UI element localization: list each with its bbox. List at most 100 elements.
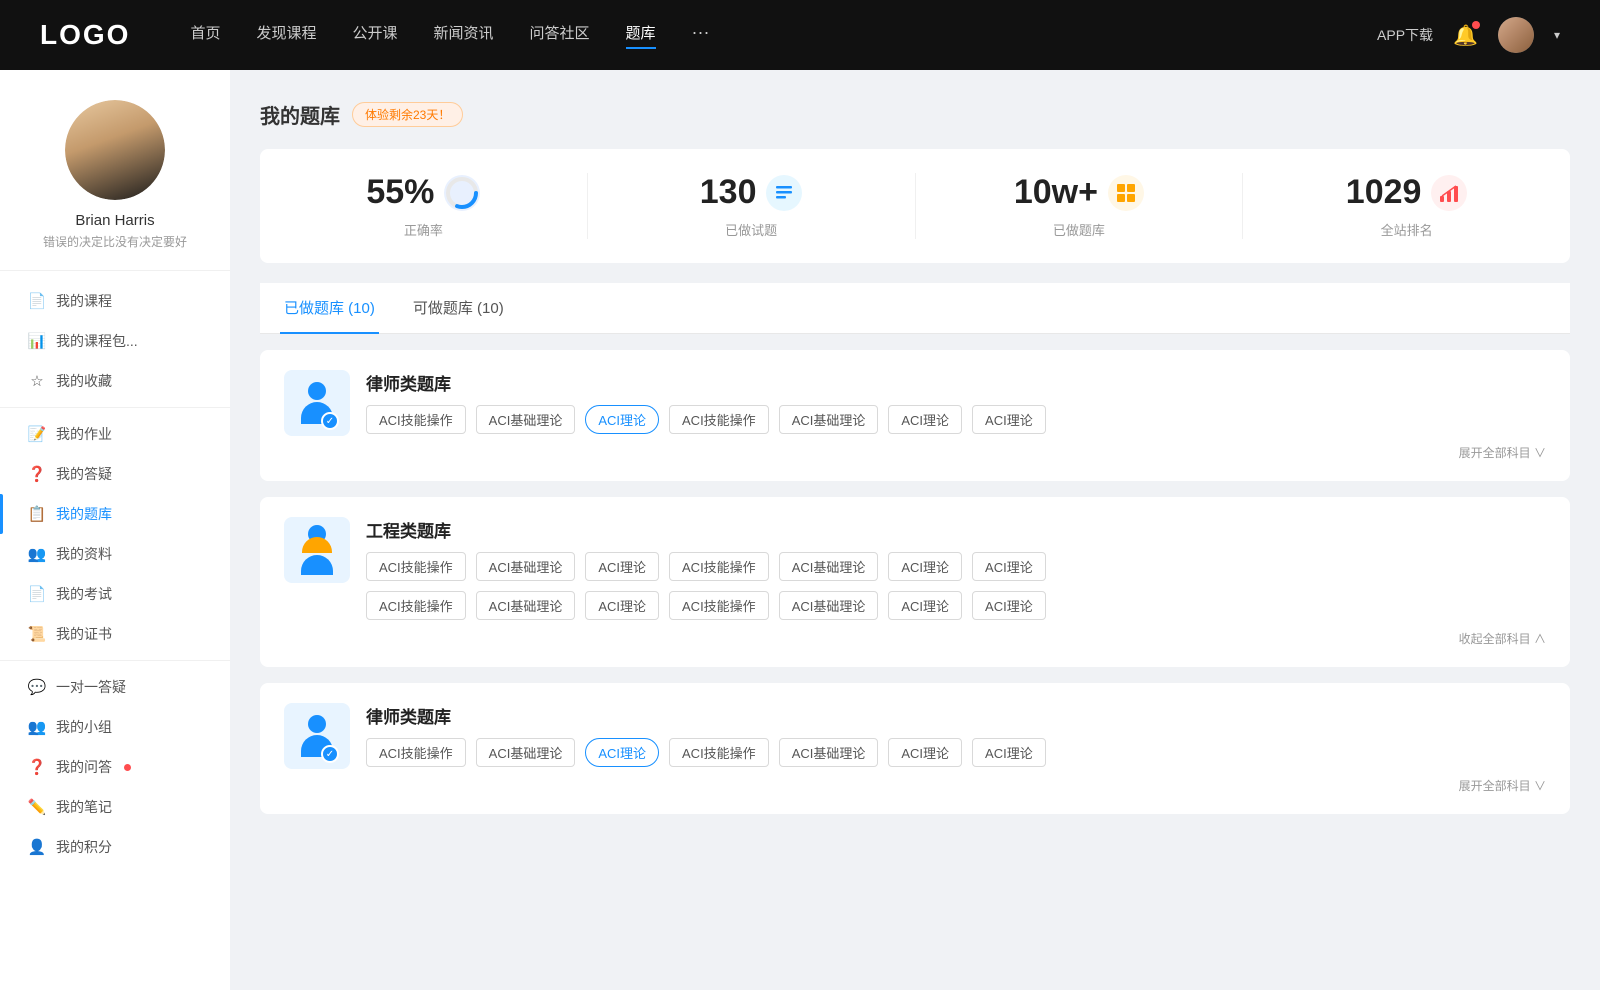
tag-e1-1[interactable]: ACI技能操作 (366, 552, 466, 581)
expand-lawyer-2[interactable]: 展开全部科目 ∨ (366, 777, 1546, 794)
expand-lawyer-1[interactable]: 展开全部科目 ∨ (366, 444, 1546, 461)
tag-l2-5[interactable]: ACI基础理论 (779, 738, 879, 767)
tag-e2-3[interactable]: ACI理论 (585, 591, 659, 620)
main-content: 我的题库 体验剩余23天！ 55% 正确率 (230, 70, 1600, 990)
group-icon: 👥 (28, 718, 46, 736)
sidebar-item-my-answers[interactable]: ❓ 我的问答 (0, 747, 230, 787)
tag-l1-2[interactable]: ACI基础理论 (476, 405, 576, 434)
bank-title-lawyer-2: 律师类题库 (366, 703, 1546, 728)
nav-discover[interactable]: 发现课程 (256, 22, 316, 49)
bank-icon: 📋 (28, 505, 46, 523)
tags-row-engineer-1: ACI技能操作 ACI基础理论 ACI理论 ACI技能操作 ACI基础理论 AC… (366, 552, 1546, 581)
nav-home[interactable]: 首页 (190, 22, 220, 49)
tag-l2-1[interactable]: ACI技能操作 (366, 738, 466, 767)
nav-open-course[interactable]: 公开课 (352, 22, 397, 49)
bank-content-engineer: 工程类题库 ACI技能操作 ACI基础理论 ACI理论 ACI技能操作 ACI基… (366, 517, 1546, 647)
chevron-down-icon[interactable]: ▾ (1554, 28, 1560, 42)
nav-news[interactable]: 新闻资讯 (434, 22, 494, 49)
tag-e1-6[interactable]: ACI理论 (888, 552, 962, 581)
nav-links: 首页 发现课程 公开课 新闻资讯 问答社区 题库 ··· (190, 22, 1377, 49)
sidebar-item-label: 我的笔记 (56, 797, 112, 817)
tag-l1-6[interactable]: ACI理论 (888, 405, 962, 434)
app-download-link[interactable]: APP下载 (1377, 25, 1433, 45)
sidebar-item-my-course[interactable]: 📄 我的课程 (0, 281, 230, 321)
tag-l1-1[interactable]: ACI技能操作 (366, 405, 466, 434)
bank-icon-lawyer-2: ✓ (284, 703, 350, 769)
tag-l1-3-active[interactable]: ACI理论 (585, 405, 659, 434)
sidebar-item-label: 我的课程 (56, 291, 112, 311)
course-icon: 📄 (28, 292, 46, 310)
sidebar-item-my-course-pkg[interactable]: 📊 我的课程包... (0, 321, 230, 361)
avatar-face-image (65, 100, 165, 200)
page-title: 我的题库 (260, 100, 340, 129)
avatar[interactable] (1498, 17, 1534, 53)
avatar-image (1498, 17, 1534, 53)
tag-l2-7[interactable]: ACI理论 (972, 738, 1046, 767)
sidebar-item-my-collect[interactable]: ☆ 我的收藏 (0, 361, 230, 401)
sidebar-item-my-homework[interactable]: 📝 我的作业 (0, 414, 230, 454)
sidebar-item-one-on-one[interactable]: 💬 一对一答疑 (0, 667, 230, 707)
sidebar-item-my-exam[interactable]: 📄 我的考试 (0, 574, 230, 614)
bank-header-lawyer-1: ✓ 律师类题库 ACI技能操作 ACI基础理论 ACI理论 ACI技能操作 AC… (284, 370, 1546, 461)
logo: LOGO (40, 19, 130, 51)
tag-e2-5[interactable]: ACI基础理论 (779, 591, 879, 620)
exam-icon: 📄 (28, 585, 46, 603)
tag-e2-6[interactable]: ACI理论 (888, 591, 962, 620)
profile-section: Brian Harris 错误的决定比没有决定要好 (0, 100, 230, 271)
notification-bell-icon[interactable]: 🔔 (1453, 23, 1478, 48)
tag-e2-4[interactable]: ACI技能操作 (669, 591, 769, 620)
nav-qa[interactable]: 问答社区 (530, 22, 590, 49)
bank-section-lawyer-2: ✓ 律师类题库 ACI技能操作 ACI基础理论 ACI理论 ACI技能操作 AC… (260, 683, 1570, 814)
sidebar-menu: 📄 我的课程 📊 我的课程包... ☆ 我的收藏 📝 我的作业 ❓ 我的答疑 � (0, 271, 230, 877)
bank-section-lawyer-1: ✓ 律师类题库 ACI技能操作 ACI基础理论 ACI理论 ACI技能操作 AC… (260, 350, 1570, 481)
tag-e2-1[interactable]: ACI技能操作 (366, 591, 466, 620)
sidebar-item-my-points[interactable]: 👤 我的积分 (0, 827, 230, 867)
tag-e1-7[interactable]: ACI理论 (972, 552, 1046, 581)
tag-e1-3[interactable]: ACI理论 (585, 552, 659, 581)
nav-right: APP下载 🔔 ▾ (1377, 17, 1560, 53)
sidebar-item-my-bank[interactable]: 📋 我的题库 (0, 494, 230, 534)
lawyer-badge-icon: ✓ (321, 412, 339, 430)
tag-e1-5[interactable]: ACI基础理论 (779, 552, 879, 581)
engineer-body-icon (301, 555, 333, 575)
tab-available-banks[interactable]: 可做题库 (10) (409, 283, 508, 334)
tag-l2-4[interactable]: ACI技能操作 (669, 738, 769, 767)
notes-icon: ✏️ (28, 798, 46, 816)
tag-l2-2[interactable]: ACI基础理论 (476, 738, 576, 767)
tag-e1-4[interactable]: ACI技能操作 (669, 552, 769, 581)
sidebar-item-label: 我的作业 (56, 424, 112, 444)
rank-chart-icon (1431, 175, 1467, 211)
tag-l1-7[interactable]: ACI理论 (972, 405, 1046, 434)
tag-l2-3-active[interactable]: ACI理论 (585, 738, 659, 767)
accuracy-chart-icon (444, 175, 480, 211)
stat-label-done-q: 已做试题 (725, 220, 777, 239)
bank-section-engineer: 工程类题库 ACI技能操作 ACI基础理论 ACI理论 ACI技能操作 ACI基… (260, 497, 1570, 667)
sidebar-item-label: 我的证书 (56, 624, 112, 644)
stat-rank: 1029 全站排名 (1243, 173, 1570, 239)
tab-done-banks[interactable]: 已做题库 (10) (280, 283, 379, 334)
sidebar-item-my-cert[interactable]: 📜 我的证书 (0, 614, 230, 654)
sidebar-item-my-info[interactable]: 👥 我的资料 (0, 534, 230, 574)
tag-l2-6[interactable]: ACI理论 (888, 738, 962, 767)
tag-e1-2[interactable]: ACI基础理论 (476, 552, 576, 581)
bank-header-lawyer-2: ✓ 律师类题库 ACI技能操作 ACI基础理论 ACI理论 ACI技能操作 AC… (284, 703, 1546, 794)
tag-l1-4[interactable]: ACI技能操作 (669, 405, 769, 434)
sidebar-divider-1 (0, 407, 230, 408)
collapse-engineer[interactable]: 收起全部科目 ∧ (366, 630, 1546, 647)
sidebar-item-my-qa[interactable]: ❓ 我的答疑 (0, 454, 230, 494)
course-pkg-icon: 📊 (28, 332, 46, 350)
nav-bank[interactable]: 题库 (626, 22, 656, 49)
sidebar-item-my-notes[interactable]: ✏️ 我的笔记 (0, 787, 230, 827)
tags-row-lawyer-1: ACI技能操作 ACI基础理论 ACI理论 ACI技能操作 ACI基础理论 AC… (366, 405, 1546, 434)
sidebar-item-my-group[interactable]: 👥 我的小组 (0, 707, 230, 747)
tag-l1-5[interactable]: ACI基础理论 (779, 405, 879, 434)
nav-more[interactable]: ··· (692, 22, 710, 49)
tag-e2-2[interactable]: ACI基础理论 (476, 591, 576, 620)
stat-value-rank: 1029 (1346, 173, 1422, 212)
sidebar-item-label: 我的资料 (56, 544, 112, 564)
sidebar-item-label: 一对一答疑 (56, 677, 126, 697)
info-icon: 👥 (28, 545, 46, 563)
tag-e2-7[interactable]: ACI理论 (972, 591, 1046, 620)
sidebar-divider-2 (0, 660, 230, 661)
engineer-helmet-icon (302, 537, 332, 553)
